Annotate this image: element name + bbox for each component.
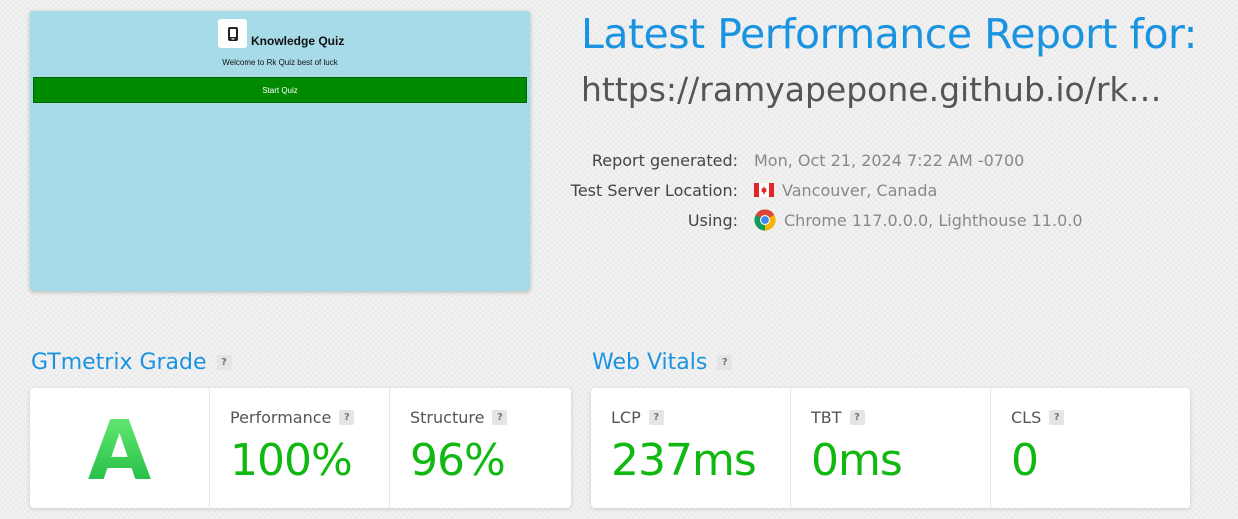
meta-row-generated: Report generated: Mon, Oct 21, 2024 7:22… [560,145,1220,175]
gtmetrix-grade-title: GTmetrix Grade [31,350,207,375]
structure-label-wrap: Structure ? [410,408,571,427]
using-label: Using: [687,210,738,230]
lcp-value: 237ms [611,435,757,486]
performance-value: 100% [230,435,353,486]
using-value: Chrome 117.0.0.0, Lighthouse 11.0.0 [784,210,1083,230]
gtmetrix-grade-help-icon[interactable]: ? [216,355,232,370]
report-meta: Report generated: Mon, Oct 21, 2024 7:22… [560,145,1220,235]
cls-label: CLS [1011,408,1042,427]
gtmetrix-grade-heading: GTmetrix Grade ? [31,350,232,375]
web-vitals-help-icon[interactable]: ? [717,355,733,370]
lcp-cell: LCP ? 237ms [591,388,791,508]
meta-row-location: Test Server Location: Vancouver, Canada [560,175,1220,205]
phone-icon [218,19,247,48]
gtmetrix-grade-card: A Performance ? 100% Structure ? 96% [30,388,571,508]
server-location-label: Test Server Location: [570,180,738,200]
tbt-cell: TBT ? 0ms [791,388,991,508]
cls-value: 0 [1011,435,1039,486]
chrome-icon [754,209,776,231]
server-location-value: Vancouver, Canada [782,180,938,200]
meta-row-using: Using: Chrome 117.0.0.0, Lighthouse 11.0… [560,205,1220,235]
performance-label: Performance [230,408,332,427]
server-location-value-wrap: Vancouver, Canada [754,181,937,200]
tbt-help-icon[interactable]: ? [849,410,865,425]
grade-letter: A [87,403,152,499]
cls-cell: CLS ? 0 [991,388,1190,508]
structure-help-icon[interactable]: ? [492,410,508,425]
cls-label-wrap: CLS ? [1011,408,1190,427]
page-screenshot: Knowledge Quiz Welcome to Rk Quiz best o… [30,11,530,291]
performance-label-wrap: Performance ? [230,408,389,427]
lcp-help-icon[interactable]: ? [648,410,664,425]
lcp-label-wrap: LCP ? [611,408,790,427]
lcp-label: LCP [611,408,641,427]
thumbnail-title: Knowledge Quiz [251,34,345,48]
web-vitals-heading: Web Vitals ? [592,350,733,375]
web-vitals-card: LCP ? 237ms TBT ? 0ms CLS ? 0 [591,388,1190,508]
structure-cell: Structure ? 96% [390,388,571,508]
report-url[interactable]: https://ramyapepone.github.io/rk-kno... [581,70,1171,109]
performance-help-icon[interactable]: ? [339,410,355,425]
grade-cell: A [30,388,210,508]
report-title: Latest Performance Report for: [581,10,1198,58]
report-generated-label: Report generated: [591,150,738,170]
structure-label: Structure [410,408,485,427]
structure-value: 96% [410,435,506,486]
tbt-label-wrap: TBT ? [811,408,990,427]
using-value-wrap: Chrome 117.0.0.0, Lighthouse 11.0.0 [754,209,1083,231]
thumbnail-welcome-text: Welcome to Rk Quiz best of luck [222,58,338,67]
cls-help-icon[interactable]: ? [1049,410,1065,425]
canada-flag-icon [754,183,774,197]
thumbnail-start-button: Start Quiz [33,77,527,103]
tbt-label: TBT [811,408,842,427]
performance-cell: Performance ? 100% [210,388,390,508]
web-vitals-title: Web Vitals [592,350,708,375]
tbt-value: 0ms [811,435,903,486]
report-generated-value: Mon, Oct 21, 2024 7:22 AM -0700 [754,150,1025,170]
